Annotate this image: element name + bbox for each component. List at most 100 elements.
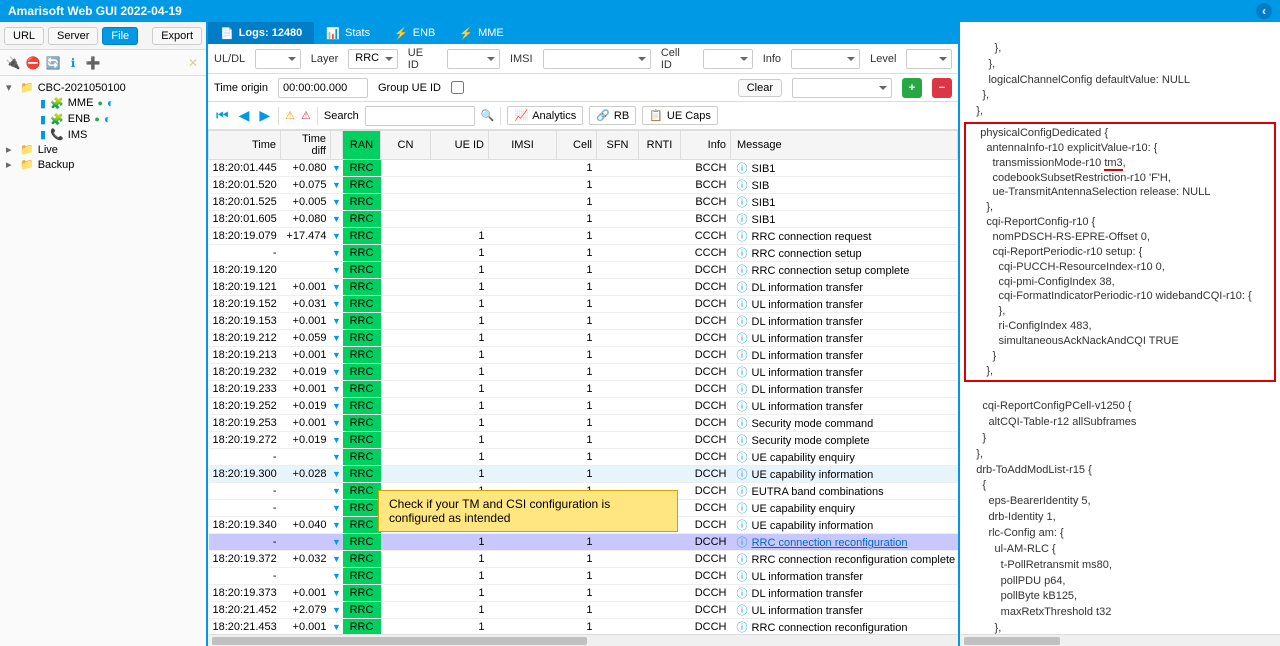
table-row[interactable]: 18:20:01.525+0.005▼RRC1BCCHⓘ SIB1 bbox=[209, 194, 958, 211]
group-label: Group UE ID bbox=[378, 82, 441, 94]
sidebar: URL Server File Export 🔌 ⛔ 🔄 ℹ ➕ ✕ ▾📁 CB… bbox=[0, 22, 208, 646]
table-row[interactable]: 18:20:19.373+0.001▼RRC11DCCHⓘ DL informa… bbox=[209, 585, 958, 602]
imsi-select[interactable] bbox=[543, 49, 651, 69]
tree-item-backup[interactable]: ▸📁 Backup bbox=[2, 157, 204, 172]
info-icon[interactable]: ℹ bbox=[66, 56, 80, 70]
right-hscroll[interactable] bbox=[960, 634, 1280, 646]
tree-root[interactable]: ▾📁 CBC-2021050100 bbox=[2, 80, 204, 95]
table-row[interactable]: 18:20:19.232+0.019▼RRC11DCCHⓘ UL informa… bbox=[209, 364, 958, 381]
col-header[interactable]: Time bbox=[209, 131, 281, 160]
table-row[interactable]: 18:20:19.300+0.028▼RRC11DCCHⓘ UE capabil… bbox=[209, 466, 958, 483]
close-icon[interactable]: ✕ bbox=[186, 56, 200, 70]
analytics-button[interactable]: 📈 Analytics bbox=[507, 106, 583, 125]
table-row[interactable]: 18:20:21.453+0.001▼RRC11DCCHⓘ RRC connec… bbox=[209, 619, 958, 635]
tree-item-live[interactable]: ▸📁 Live bbox=[2, 142, 204, 157]
col-header[interactable]: SFN bbox=[597, 131, 639, 160]
tab-stats[interactable]: 📊 Stats bbox=[314, 22, 382, 44]
code-area[interactable]: }, }, logicalChannelConfig defaultValue:… bbox=[960, 22, 1280, 634]
nav-next-icon[interactable]: ▶ bbox=[257, 107, 272, 124]
table-row[interactable]: 18:20:19.212+0.059▼RRC11DCCHⓘ UL informa… bbox=[209, 330, 958, 347]
table-row[interactable]: 18:20:21.452+2.079▼RRC11DCCHⓘ UL informa… bbox=[209, 602, 958, 619]
table-row[interactable]: -▼RRC11DCCHⓘ UE capability enquiry bbox=[209, 449, 958, 466]
center-panel: 📄 Logs: 12480 📊 Stats ⚡ ENB ⚡ MME UL/DL … bbox=[208, 22, 960, 646]
rb-button[interactable]: 🔗 RB bbox=[589, 106, 636, 125]
uldl-select[interactable] bbox=[255, 49, 301, 69]
plus-icon[interactable]: ➕ bbox=[86, 56, 100, 70]
error-icon[interactable]: ⚠ bbox=[301, 109, 311, 122]
stop-icon[interactable]: ⛔ bbox=[26, 56, 40, 70]
warn-icon[interactable]: ⚠ bbox=[285, 109, 295, 122]
table-row[interactable]: 18:20:19.372+0.032▼RRC11DCCHⓘ RRC connec… bbox=[209, 551, 958, 568]
clear-button[interactable]: Clear bbox=[738, 79, 782, 97]
app-header: Amarisoft Web GUI 2022-04-19 ‹ bbox=[0, 0, 1280, 22]
col-header[interactable]: Info bbox=[681, 131, 731, 160]
remove-button[interactable]: − bbox=[932, 78, 952, 98]
table-row[interactable]: 18:20:19.153+0.001▼RRC11DCCHⓘ DL informa… bbox=[209, 313, 958, 330]
imsi-label: IMSI bbox=[510, 53, 533, 65]
col-header[interactable]: RAN bbox=[343, 131, 381, 160]
col-header[interactable] bbox=[331, 131, 343, 160]
table-row[interactable]: -▼RRC11DCCHⓘ RRC connection reconfigurat… bbox=[209, 534, 958, 551]
col-header[interactable]: IMSI bbox=[489, 131, 557, 160]
code-post: cqi-ReportConfigPCell-v1250 { altCQI-Tab… bbox=[964, 400, 1136, 634]
col-header[interactable]: Time diff bbox=[281, 131, 331, 160]
col-header[interactable]: CN bbox=[381, 131, 431, 160]
table-row[interactable]: 18:20:19.253+0.001▼RRC11DCCHⓘ Security m… bbox=[209, 415, 958, 432]
connect-icon[interactable]: 🔌 bbox=[6, 56, 20, 70]
tab-logs[interactable]: 📄 Logs: 12480 bbox=[208, 22, 314, 44]
table-row[interactable]: 18:20:01.605+0.080▼RRC1BCCHⓘ SIB1 bbox=[209, 211, 958, 228]
table-row[interactable]: 18:20:19.120▼RRC11DCCHⓘ RRC connection s… bbox=[209, 262, 958, 279]
log-table: TimeTime diff RANCNUE IDIMSICellSFNRNTIIn… bbox=[208, 130, 958, 634]
table-row[interactable]: 18:20:01.445+0.080▼RRC1BCCHⓘ SIB1 bbox=[209, 160, 958, 177]
tree-item-enb[interactable]: ▮🧩 ENB ●◐ bbox=[22, 111, 204, 127]
table-row[interactable]: -▼RRC11CCCHⓘ RRC connection setup bbox=[209, 245, 958, 262]
file-tree: ▾📁 CBC-2021050100 ▮🧩 MME ●◐ ▮🧩 ENB ●◐ bbox=[0, 76, 206, 176]
file-button[interactable]: File bbox=[102, 27, 138, 45]
tab-enb[interactable]: ⚡ ENB bbox=[382, 22, 447, 44]
search-icon[interactable]: 🔍 bbox=[481, 109, 495, 122]
table-row[interactable]: 18:20:19.213+0.001▼RRC11DCCHⓘ DL informa… bbox=[209, 347, 958, 364]
time-origin-label: Time origin bbox=[214, 82, 268, 94]
time-origin-input[interactable] bbox=[278, 78, 368, 98]
nav-prev-icon[interactable]: ◀ bbox=[237, 107, 252, 124]
server-button[interactable]: Server bbox=[48, 27, 98, 45]
search-input[interactable] bbox=[365, 106, 475, 126]
tree-item-ims[interactable]: ▮📞 IMS bbox=[22, 127, 204, 142]
uecaps-button[interactable]: 📋 UE Caps bbox=[642, 106, 718, 125]
log-table-wrap[interactable]: TimeTime diff RANCNUE IDIMSICellSFNRNTIIn… bbox=[208, 130, 958, 634]
search-label: Search bbox=[324, 110, 359, 122]
table-row[interactable]: 18:20:19.252+0.019▼RRC11DCCHⓘ UL informa… bbox=[209, 398, 958, 415]
refresh-icon[interactable]: 🔄 bbox=[46, 56, 60, 70]
level-select[interactable] bbox=[906, 49, 952, 69]
table-row[interactable]: 18:20:19.079+17.474▼RRC11CCCHⓘ RRC conne… bbox=[209, 228, 958, 245]
cellid-select[interactable] bbox=[703, 49, 752, 69]
table-row[interactable]: 18:20:19.121+0.001▼RRC11DCCHⓘ DL informa… bbox=[209, 279, 958, 296]
level-label: Level bbox=[870, 53, 896, 65]
clear-select[interactable] bbox=[792, 78, 892, 98]
tree-item-mme[interactable]: ▮🧩 MME ●◐ bbox=[22, 95, 204, 111]
col-header[interactable]: RNTI bbox=[639, 131, 681, 160]
url-button[interactable]: URL bbox=[4, 27, 44, 45]
col-header[interactable]: Message bbox=[731, 131, 958, 160]
layer-select[interactable]: RRC bbox=[348, 49, 397, 69]
table-row[interactable]: -▼RRC11DCCHⓘ UL information transfer bbox=[209, 568, 958, 585]
group-checkbox[interactable] bbox=[451, 81, 464, 94]
ueid-select[interactable] bbox=[447, 49, 500, 69]
table-row[interactable]: 18:20:19.152+0.031▼RRC11DCCHⓘ UL informa… bbox=[209, 296, 958, 313]
layer-label: Layer bbox=[311, 53, 339, 65]
table-row[interactable]: 18:20:19.233+0.001▼RRC11DCCHⓘ DL informa… bbox=[209, 381, 958, 398]
export-button[interactable]: Export bbox=[152, 27, 202, 45]
tab-mme[interactable]: ⚡ MME bbox=[447, 22, 515, 44]
app-title: Amarisoft Web GUI 2022-04-19 bbox=[8, 4, 182, 18]
table-row[interactable]: 18:20:01.520+0.075▼RRC1BCCHⓘ SIB bbox=[209, 177, 958, 194]
info-select[interactable] bbox=[791, 49, 860, 69]
add-button[interactable]: + bbox=[902, 78, 922, 98]
info-label: Info bbox=[763, 53, 781, 65]
table-row[interactable]: 18:20:19.272+0.019▼RRC11DCCHⓘ Security m… bbox=[209, 432, 958, 449]
col-header[interactable]: UE ID bbox=[431, 131, 489, 160]
col-header[interactable]: Cell bbox=[557, 131, 597, 160]
nav-first-icon[interactable]: ⏮ bbox=[214, 107, 231, 124]
center-hscroll[interactable] bbox=[208, 634, 958, 646]
tool-row: ⏮ ◀ ▶ ⚠ ⚠ Search 🔍 📈 Analytics 🔗 RB 📋 UE… bbox=[208, 102, 958, 130]
collapse-left-icon[interactable]: ‹ bbox=[1256, 3, 1272, 19]
